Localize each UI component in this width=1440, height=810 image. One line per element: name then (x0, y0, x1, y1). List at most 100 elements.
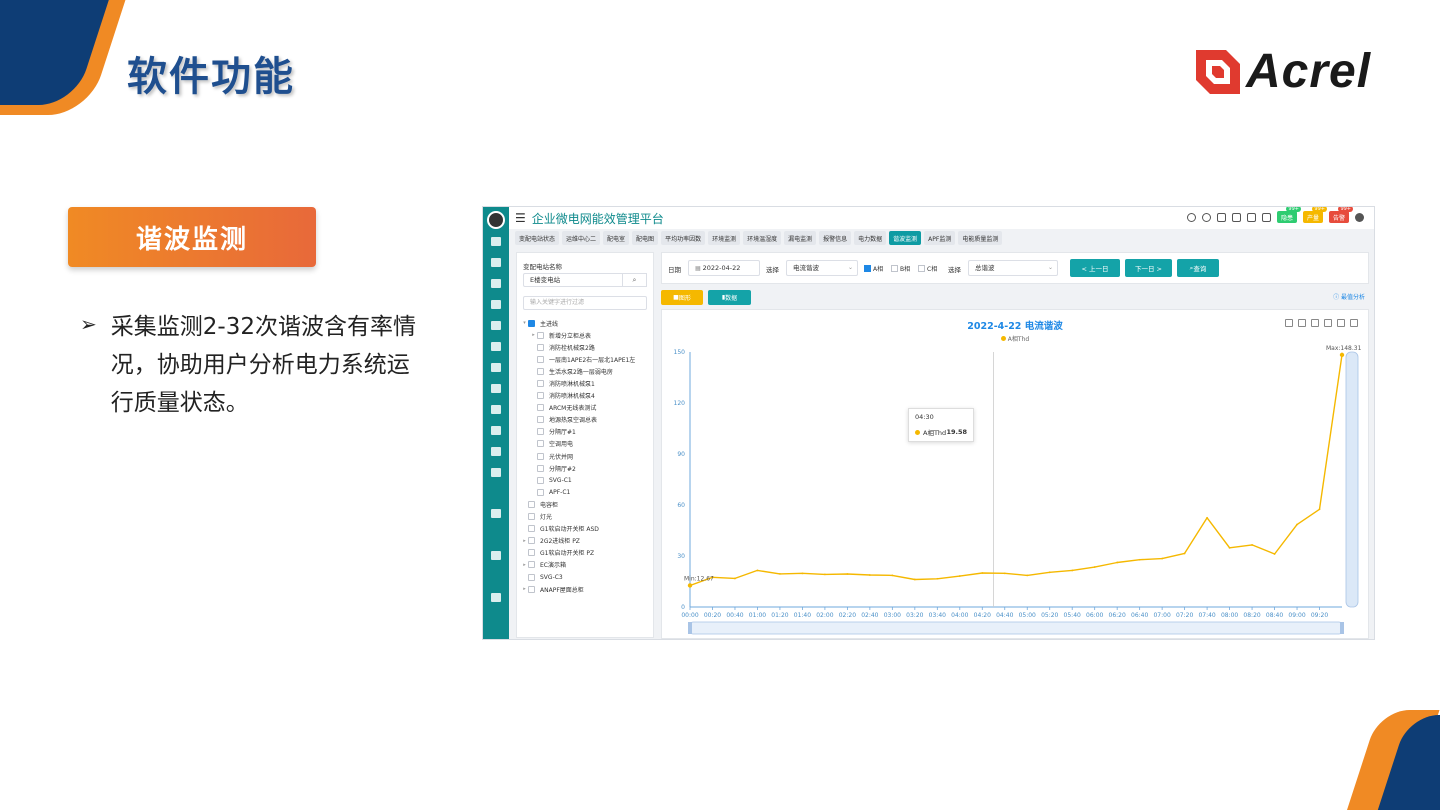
tab-item[interactable]: 谐波监测 (889, 231, 922, 245)
tree-item[interactable]: 分隔厅#1 (521, 426, 651, 438)
tab-item[interactable]: 电力数据 (854, 231, 887, 245)
tab-item[interactable]: 报警信息 (819, 231, 852, 245)
caret-icon[interactable]: ▸ (530, 332, 537, 338)
tree-item[interactable]: 电容柜 (521, 498, 651, 510)
tree-item[interactable]: ▸ 新增分立柜总表 (521, 329, 651, 341)
checkbox-icon[interactable] (528, 319, 535, 327)
checkbox-icon[interactable] (528, 500, 535, 508)
date-picker[interactable]: ▦ 2022-04-22 (688, 260, 760, 276)
checkbox-icon[interactable] (537, 464, 544, 472)
harmonic-type-select[interactable]: 电流谐波 ⌄ (786, 260, 858, 276)
tree-item[interactable]: G1软启动开关柜 ASD (521, 523, 651, 535)
tree-item[interactable]: 灯光 (521, 511, 651, 523)
tree-filter-input[interactable]: 输入关键字进行过滤 (523, 296, 647, 310)
checkbox-icon[interactable] (537, 331, 544, 339)
user-icon[interactable] (491, 363, 501, 372)
tree-item[interactable]: 消防栓机械泵2路 (521, 341, 651, 353)
grid-icon[interactable] (491, 447, 501, 456)
tab-item[interactable]: 变配电站状态 (515, 231, 560, 245)
checkbox-icon[interactable] (537, 355, 544, 363)
tree-item[interactable]: ▾ 主进线 (521, 317, 651, 329)
network-icon[interactable] (491, 551, 501, 560)
tree-item[interactable]: 分隔厅#2 (521, 462, 651, 474)
tab-item[interactable]: 配电图 (632, 231, 659, 245)
tree-item[interactable]: SVG-C1 (521, 474, 651, 486)
tree-item[interactable]: 一层南1APE2右一层北1APE1左 (521, 353, 651, 365)
tab-item[interactable]: 漏电监测 (784, 231, 817, 245)
checkbox-icon[interactable] (537, 428, 544, 436)
shirt-icon[interactable] (1261, 212, 1271, 222)
max-analysis-link[interactable]: ⓘ 最值分析 (1333, 292, 1365, 301)
tree-item[interactable]: G1软启动开关柜 PZ (521, 547, 651, 559)
data-mode-button[interactable]: ▮ 数据 (708, 290, 751, 305)
font-icon[interactable] (1246, 212, 1256, 222)
zoom-reset-icon[interactable] (1324, 319, 1332, 327)
alert-badge-alarm[interactable]: 告警 99+ (1328, 207, 1353, 223)
tab-item[interactable]: APF监测 (924, 231, 956, 245)
checkbox-icon[interactable] (537, 392, 544, 400)
tab-item[interactable]: 环境温湿度 (743, 231, 782, 245)
zoom-icon[interactable] (1311, 319, 1319, 327)
tab-item[interactable]: 环境监测 (708, 231, 741, 245)
checkbox-icon[interactable] (528, 525, 535, 533)
caret-icon[interactable]: ▸ (521, 562, 528, 568)
station-select[interactable]: E楼变电站 (523, 273, 623, 287)
phase-a-checkbox[interactable]: A相 (864, 264, 883, 273)
chart-mode-button[interactable]: ■ 图形 (661, 290, 703, 305)
search-icon[interactable]: ⌕ (623, 273, 647, 287)
checkbox-icon[interactable] (537, 416, 544, 424)
tools-icon[interactable] (491, 593, 501, 602)
checkbox-icon[interactable] (528, 585, 535, 593)
refresh-icon[interactable] (1201, 212, 1211, 222)
tree-item[interactable]: 地源热泵空调总表 (521, 414, 651, 426)
bar-chart-icon[interactable] (1298, 319, 1306, 327)
alert-badge-hazard[interactable]: 隐患 99+ (1276, 207, 1301, 223)
tab-item[interactable]: 配电室 (603, 231, 630, 245)
tree-item[interactable]: ▸ 2G2进线柜 PZ (521, 535, 651, 547)
dashboard-icon[interactable] (491, 237, 501, 246)
checkbox-icon[interactable] (537, 380, 544, 388)
menu-icon[interactable]: ☰ (515, 211, 526, 225)
query-button[interactable]: ⌕ 查询 (1177, 259, 1219, 277)
prev-day-button[interactable]: < 上一日 (1070, 259, 1120, 277)
harmonic-order-select[interactable]: 总谐波 ⌄ (968, 260, 1058, 276)
checkbox-icon[interactable] (537, 343, 544, 351)
caret-icon[interactable]: ▸ (521, 586, 528, 592)
checkbox-icon[interactable] (528, 513, 535, 521)
avatar[interactable] (487, 211, 505, 229)
edit-icon[interactable] (491, 468, 501, 477)
user-icon[interactable] (1355, 212, 1364, 222)
checkbox-icon[interactable] (537, 404, 544, 412)
caret-icon[interactable]: ▸ (521, 538, 528, 544)
globe-icon[interactable] (491, 279, 501, 288)
document-icon[interactable] (491, 342, 501, 351)
save-icon[interactable] (1216, 212, 1226, 222)
search-icon[interactable] (1186, 212, 1196, 222)
checkbox-icon[interactable] (537, 488, 544, 496)
monitor-icon[interactable] (491, 258, 501, 267)
phase-c-checkbox[interactable]: C相 (918, 264, 937, 273)
fullscreen-icon[interactable] (1231, 212, 1241, 222)
checkbox-icon[interactable] (537, 452, 544, 460)
tree-item[interactable]: SVG-C3 (521, 571, 651, 583)
folder-icon[interactable] (491, 300, 501, 309)
checkbox-icon[interactable] (528, 573, 535, 581)
tree-item[interactable]: ARCM无线表测试 (521, 402, 651, 414)
tree-item[interactable]: 空调用电 (521, 438, 651, 450)
restore-icon[interactable] (1337, 319, 1345, 327)
report-icon[interactable] (491, 405, 501, 414)
checkbox-icon[interactable] (537, 476, 544, 484)
bar-chart-icon[interactable] (491, 321, 501, 330)
tree-item[interactable]: 消防喷淋机械泵1 (521, 377, 651, 389)
checkbox-icon[interactable] (537, 440, 544, 448)
tab-item[interactable]: 运维中心二 (562, 231, 601, 245)
tab-item[interactable]: 电能质量监测 (958, 231, 1003, 245)
tree-item[interactable]: 消防喷淋机械泵4 (521, 390, 651, 402)
table-icon[interactable] (491, 426, 501, 435)
tree-item[interactable]: APF-C1 (521, 486, 651, 498)
checkbox-icon[interactable] (537, 367, 544, 375)
tree-item[interactable]: ▸ ANAPF屋面总柜 (521, 583, 651, 595)
caret-icon[interactable]: ▾ (521, 320, 528, 326)
checkbox-icon[interactable] (528, 561, 535, 569)
line-chart-icon[interactable] (1285, 319, 1293, 327)
